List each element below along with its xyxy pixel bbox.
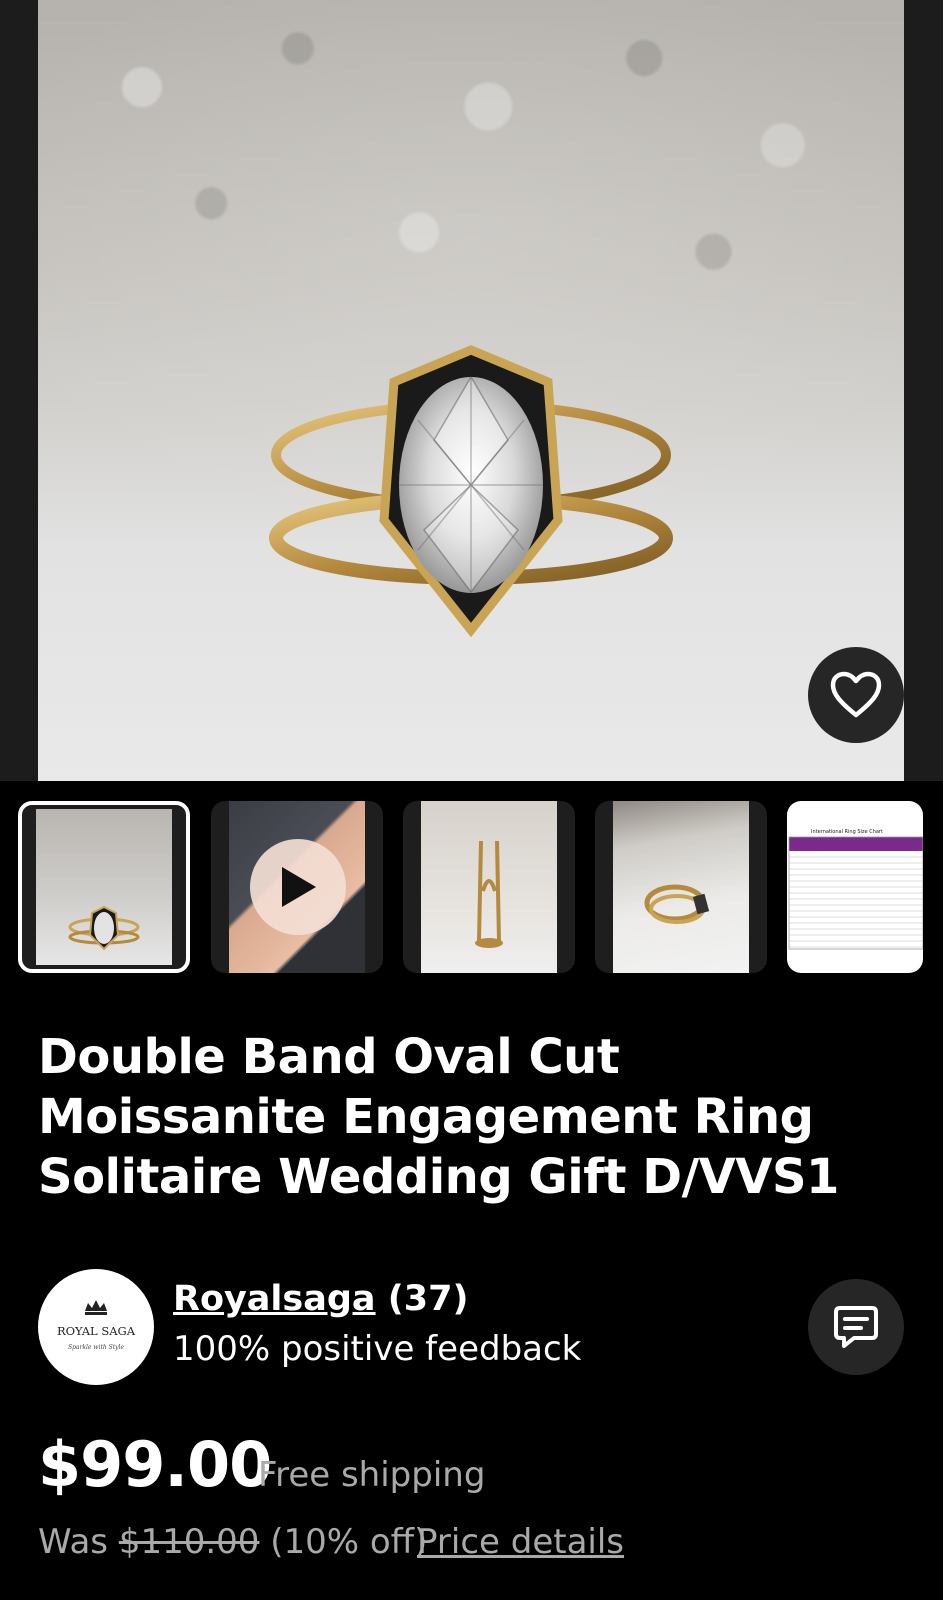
was-label: Was	[38, 1522, 108, 1562]
chat-icon	[834, 1306, 878, 1348]
thumbnail-strip[interactable]: International Ring Size Chart	[0, 781, 943, 991]
main-product-image[interactable]	[38, 0, 904, 781]
price: $99.00	[38, 1428, 272, 1501]
listing-page: International Ring Size Chart Double Ban…	[0, 0, 943, 1600]
product-title: Double Band Oval Cut Moissanite Engageme…	[38, 1029, 839, 1205]
message-seller-button[interactable]	[808, 1279, 904, 1375]
thumbnail-3-image	[421, 801, 557, 973]
price-details-link[interactable]: Price details	[417, 1522, 624, 1562]
ring-illustration	[269, 345, 673, 638]
thumbnail-5-size-chart[interactable]: International Ring Size Chart	[787, 801, 923, 973]
seller-logo-tagline: Sparkle with Style	[68, 1344, 124, 1351]
seller-info: Royalsaga (37)	[173, 1279, 468, 1319]
heart-icon	[830, 671, 882, 718]
thumbnail-2-video[interactable]	[211, 801, 383, 973]
thumbnail-1[interactable]	[18, 801, 190, 973]
discount-percent: (10% off)	[270, 1522, 428, 1562]
thumbnail-4-image	[613, 801, 749, 973]
main-image-area[interactable]	[0, 0, 943, 781]
thumbnail-3[interactable]	[403, 801, 575, 973]
favorite-button[interactable]	[808, 647, 904, 743]
play-button[interactable]	[250, 839, 346, 935]
seller-name-link[interactable]: Royalsaga	[173, 1279, 376, 1319]
thumbnail-5-image: International Ring Size Chart	[787, 801, 923, 973]
seller-avatar[interactable]: ROYAL SAGA Sparkle with Style	[38, 1269, 154, 1385]
thumbnail-1-image	[36, 809, 172, 965]
seller-feedback-count: (37)	[387, 1279, 469, 1319]
play-icon	[282, 867, 316, 907]
seller-feedback: 100% positive feedback	[173, 1329, 582, 1369]
seller-logo-text: ROYAL SAGA	[57, 1324, 136, 1338]
thumbnail-4[interactable]	[595, 801, 767, 973]
seller-logo: ROYAL SAGA Sparkle with Style	[57, 1300, 136, 1351]
original-price: $110.00	[118, 1522, 260, 1562]
size-chart-heading: International Ring Size Chart	[811, 829, 883, 835]
shipping-info: Free shipping	[258, 1455, 486, 1495]
was-price-row: Was $110.00 (10% off)	[38, 1522, 427, 1562]
